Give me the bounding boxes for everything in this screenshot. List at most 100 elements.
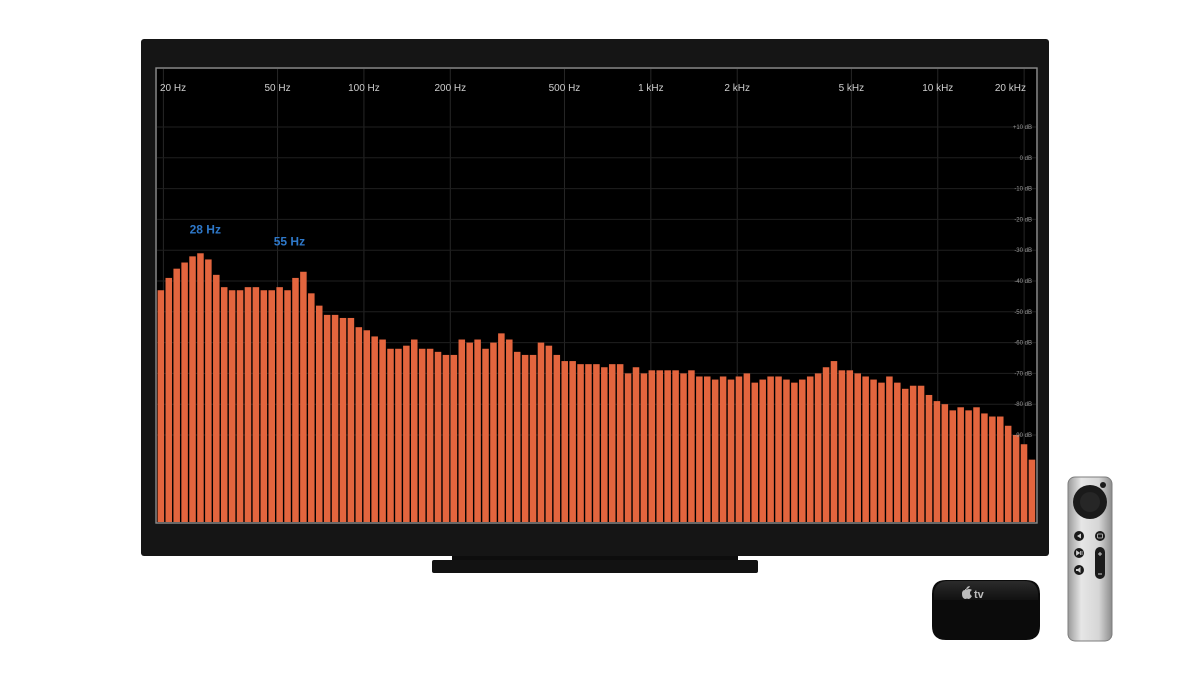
spectrum-bar — [791, 382, 798, 522]
spectrum-bar — [854, 373, 861, 522]
spectrum-bar — [862, 376, 869, 522]
y-tick-label: -60 dB — [1014, 341, 1032, 347]
spectrum-bar — [680, 373, 687, 522]
spectrum-bar — [704, 376, 711, 522]
spectrum-bar — [917, 385, 925, 522]
spectrum-bar — [577, 364, 584, 522]
spectrum-bar — [553, 354, 561, 522]
spectrum-bar — [656, 370, 664, 522]
spectrum-bar — [165, 277, 173, 522]
spectrum-bar — [545, 345, 553, 522]
spectrum-bar — [458, 339, 466, 522]
spectrum-bar — [521, 354, 529, 522]
spectrum-bar — [506, 339, 513, 522]
spectrum-bar — [870, 379, 877, 522]
spectrum-bar — [529, 354, 537, 522]
spectrum-bar — [957, 407, 964, 522]
x-tick-label: 20 Hz — [160, 83, 186, 94]
spectrum-bar — [561, 361, 568, 522]
spectrum-chart: 20 Hz 50 Hz 100 Hz 200 Hz 500 Hz 1 kHz 2 kHz 5 … — [155, 67, 1038, 524]
spectrum-bar — [252, 287, 260, 522]
x-tick-label: 50 Hz — [265, 83, 291, 94]
spectrum-bar — [886, 376, 893, 522]
spectrum-bar — [498, 333, 505, 522]
spectrum-bar — [735, 376, 743, 522]
spectrum-bar — [284, 290, 291, 522]
spectrum-bar — [719, 376, 727, 522]
spectrum-bar — [727, 379, 735, 522]
spectrum-bar — [608, 364, 616, 522]
spectrum-bar — [537, 342, 545, 522]
spectrum-bar — [838, 370, 846, 522]
spectrum-bar — [601, 367, 608, 522]
spectrum-bar — [751, 382, 759, 522]
apple-tv-wordmark: tv — [974, 589, 985, 601]
spectrum-bar — [989, 416, 996, 522]
spectrum-bar — [181, 262, 188, 522]
y-tick-label: -90 dB — [1014, 433, 1032, 439]
spectrum-bar — [228, 290, 236, 522]
spectrum-bar — [688, 370, 695, 522]
spectrum-bar — [925, 394, 933, 522]
spectrum-bar — [260, 290, 268, 522]
spectrum-bar — [1012, 435, 1020, 522]
spectrum-bar — [213, 274, 220, 522]
spectrum-bar — [783, 379, 790, 522]
clickpad-center[interactable] — [1080, 492, 1100, 512]
spectrum-bar — [276, 287, 283, 522]
spectrum-bar — [664, 370, 671, 522]
spectrum-bar — [593, 364, 600, 522]
spectrum-bar — [157, 290, 165, 522]
y-tick-label: +10 dB — [1013, 125, 1032, 131]
y-tick-label: -40 dB — [1014, 279, 1032, 285]
y-tick-label: 0 dB — [1020, 156, 1032, 162]
spectrum-bar — [418, 348, 426, 522]
spectrum-bar — [323, 314, 331, 522]
spectrum-bar — [799, 379, 806, 522]
spectrum-bar — [775, 376, 782, 522]
spectrum-bar — [308, 293, 315, 522]
power-button[interactable] — [1100, 482, 1106, 488]
spectrum-bar — [395, 348, 402, 522]
spectrum-bar — [1004, 425, 1012, 522]
peak-annotation-label: 55 Hz — [274, 235, 305, 249]
spectrum-bar — [387, 348, 394, 522]
spectrum-bar — [315, 305, 323, 522]
spectrum-bar — [331, 314, 339, 522]
spectrum-bar — [806, 376, 814, 522]
x-tick-label: 2 kHz — [724, 83, 750, 94]
bar-series — [157, 253, 1036, 522]
spectrum-bar — [585, 364, 592, 522]
spectrum-bar — [355, 327, 363, 522]
spectrum-bar — [268, 290, 275, 522]
spectrum-bar — [878, 382, 885, 522]
spectrum-bar — [513, 351, 521, 522]
spectrum-bar — [941, 404, 949, 522]
spectrum-bar — [434, 351, 442, 522]
x-tick-label: 1 kHz — [638, 83, 664, 94]
spectrum-bar — [814, 373, 822, 522]
peak-annotation-label: 28 Hz — [190, 222, 221, 236]
spectrum-bar — [743, 373, 751, 522]
spectrum-bar — [933, 401, 941, 522]
spectrum-bar — [672, 370, 679, 522]
y-tick-labels: +10 dB 0 dB -10 dB -20 dB -30 dB -40 dB -50 dB… — [1013, 125, 1032, 439]
spectrum-bar — [830, 361, 838, 522]
spectrum-bar — [894, 382, 901, 522]
spectrum-bar — [767, 376, 774, 522]
tv-screen: 20 Hz 50 Hz 100 Hz 200 Hz 500 Hz 1 kHz 2 kHz 5 … — [155, 67, 1038, 524]
peak-annotations: 28 Hz 55 Hz — [190, 222, 305, 248]
spectrum-bar — [411, 339, 418, 522]
x-tick-label: 100 Hz — [348, 83, 380, 94]
tv-button[interactable] — [1095, 531, 1105, 541]
apple-tv-box: tv — [932, 580, 1040, 640]
y-tick-label: -70 dB — [1014, 371, 1032, 377]
spectrum-bar — [474, 339, 481, 522]
spectrum-bar — [426, 348, 434, 522]
x-tick-label: 10 kHz — [922, 83, 953, 94]
spectrum-bar — [220, 287, 228, 522]
y-tick-label: -10 dB — [1014, 187, 1032, 193]
spectrum-bar — [616, 364, 624, 522]
spectrum-bar — [569, 361, 576, 522]
spectrum-bar — [973, 407, 980, 522]
